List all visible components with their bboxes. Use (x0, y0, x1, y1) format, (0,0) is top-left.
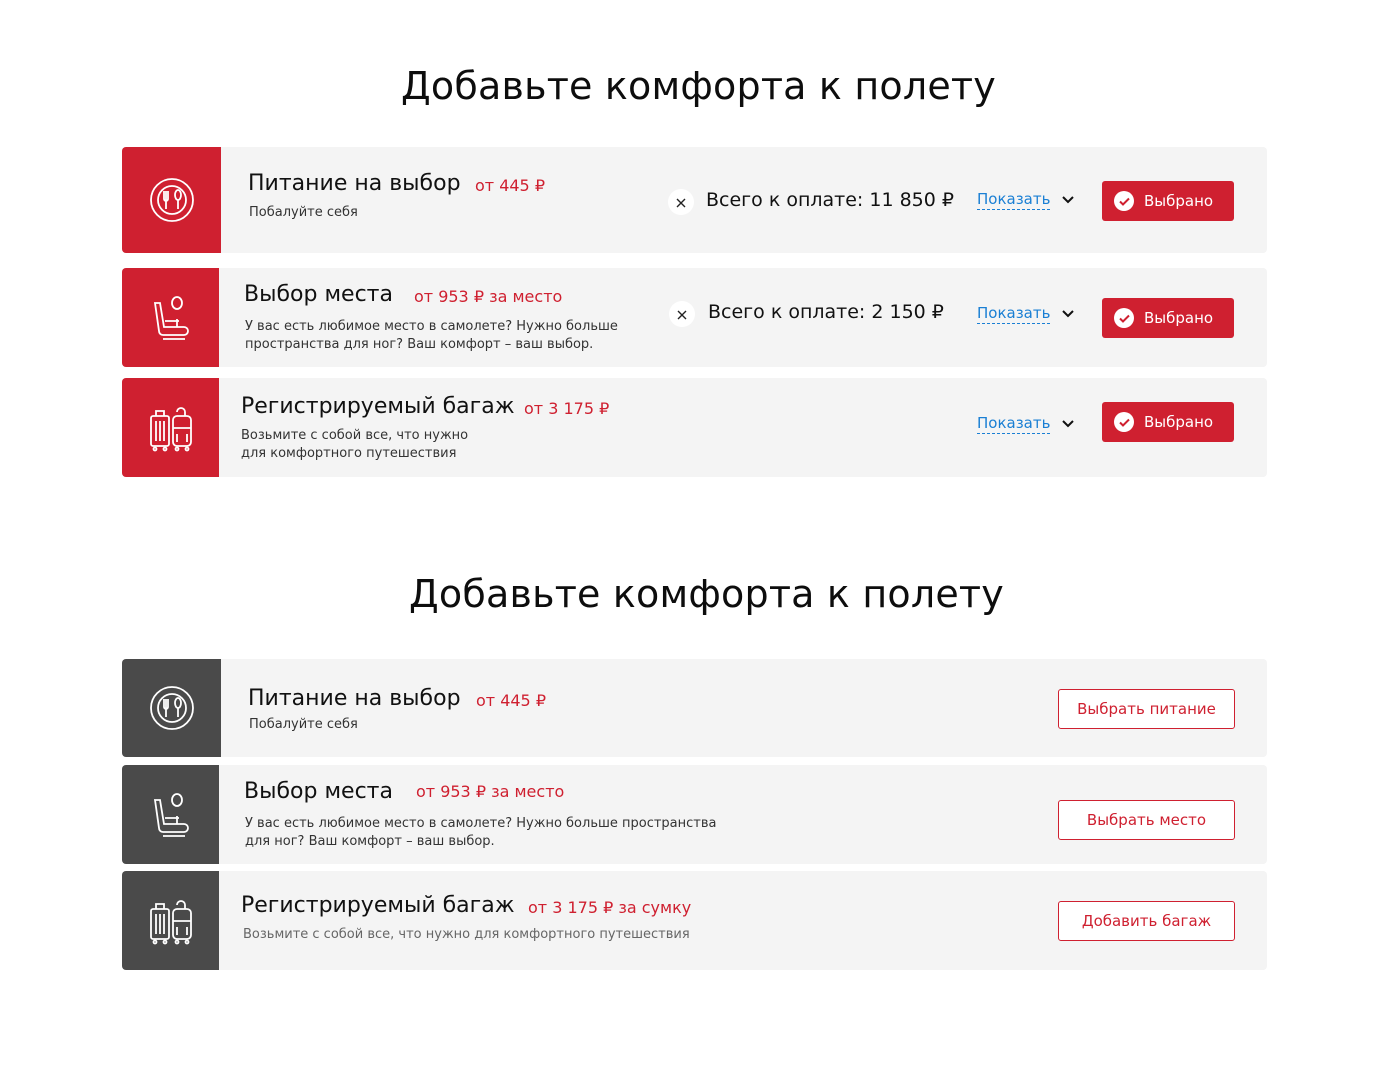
show-details-link[interactable]: Показать (977, 414, 1075, 434)
choose-seat-button[interactable]: Выбрать место (1058, 800, 1235, 840)
seat-card: Выбор места от 953 ₽ за место У вас есть… (122, 765, 1267, 864)
section-heading: Добавьте комфорта к полету (409, 572, 1004, 616)
show-details-link[interactable]: Показать (977, 304, 1075, 324)
selected-button-label: Выбрано (1144, 192, 1214, 210)
total-price: Всего к оплате: 11 850 ₽ (706, 189, 954, 211)
luggage-card: Регистрируемый багаж от 3 175 ₽ за сумку… (122, 871, 1267, 970)
card-description: Побалуйте себя (249, 205, 358, 220)
card-description: для комфортного путешествия (241, 446, 457, 461)
meal-card: Питание на выбор от 445 ₽ Побалуйте себя… (122, 147, 1267, 253)
card-price: от 445 ₽ (475, 176, 545, 195)
remove-button[interactable] (669, 301, 695, 327)
show-label: Показать (977, 414, 1051, 434)
chevron-down-icon (1062, 310, 1075, 318)
remove-button[interactable] (668, 189, 694, 215)
seat-icon-box (122, 765, 219, 864)
luggage-icon (147, 897, 195, 945)
check-icon (1114, 308, 1134, 328)
selected-button[interactable]: Выбрано (1102, 181, 1234, 221)
card-description: для ног? Ваш комфорт – ваш выбор. (245, 834, 495, 849)
luggage-icon (147, 404, 195, 452)
show-label: Показать (977, 190, 1051, 210)
luggage-icon-box (122, 871, 219, 970)
close-icon (676, 193, 686, 212)
luggage-card: Регистрируемый багаж от 3 175 ₽ Возьмите… (122, 378, 1267, 477)
seat-icon (151, 792, 191, 838)
check-icon (1114, 412, 1134, 432)
chevron-down-icon (1062, 420, 1075, 428)
meal-icon-box (122, 147, 221, 253)
card-description: Возьмите с собой все, что нужно (241, 428, 469, 443)
card-price: от 3 175 ₽ за сумку (528, 898, 692, 917)
section-heading: Добавьте комфорта к полету (401, 64, 996, 108)
meal-icon-box (122, 659, 221, 757)
selected-button-label: Выбрано (1144, 309, 1214, 327)
meal-card: Питание на выбор от 445 ₽ Побалуйте себя… (122, 659, 1267, 757)
meal-plate-icon (149, 177, 195, 223)
seat-icon (151, 295, 191, 341)
card-price: от 445 ₽ (476, 691, 546, 710)
card-description: пространства для ног? Ваш комфорт – ваш … (245, 337, 594, 352)
selected-button[interactable]: Выбрано (1102, 298, 1234, 338)
close-icon (677, 305, 687, 324)
card-description: У вас есть любимое место в самолете? Нуж… (245, 319, 618, 334)
luggage-icon-box (122, 378, 219, 477)
total-price: Всего к оплате: 2 150 ₽ (708, 301, 944, 323)
card-price: от 953 ₽ за место (416, 782, 565, 801)
choose-meal-button[interactable]: Выбрать питание (1058, 689, 1235, 729)
card-price: от 953 ₽ за место (414, 287, 563, 306)
selected-button-label: Выбрано (1144, 413, 1214, 431)
card-price: от 3 175 ₽ (524, 399, 610, 418)
seat-icon-box (122, 268, 219, 367)
show-details-link[interactable]: Показать (977, 190, 1075, 210)
card-title: Питание на выбор (248, 171, 461, 196)
check-icon (1114, 191, 1134, 211)
card-title: Выбор места (244, 282, 393, 307)
card-description: У вас есть любимое место в самолете? Нуж… (245, 816, 717, 831)
card-title: Выбор места (244, 779, 393, 804)
card-title: Регистрируемый багаж (241, 893, 515, 918)
add-luggage-button[interactable]: Добавить багаж (1058, 901, 1235, 941)
card-title: Питание на выбор (248, 686, 461, 711)
show-label: Показать (977, 304, 1051, 324)
seat-card: Выбор места от 953 ₽ за место У вас есть… (122, 268, 1267, 367)
card-description: Возьмите с собой все, что нужно для комф… (243, 927, 690, 942)
meal-plate-icon (149, 685, 195, 731)
card-description: Побалуйте себя (249, 717, 358, 732)
card-title: Регистрируемый багаж (241, 394, 515, 419)
chevron-down-icon (1062, 196, 1075, 204)
selected-button[interactable]: Выбрано (1102, 402, 1234, 442)
